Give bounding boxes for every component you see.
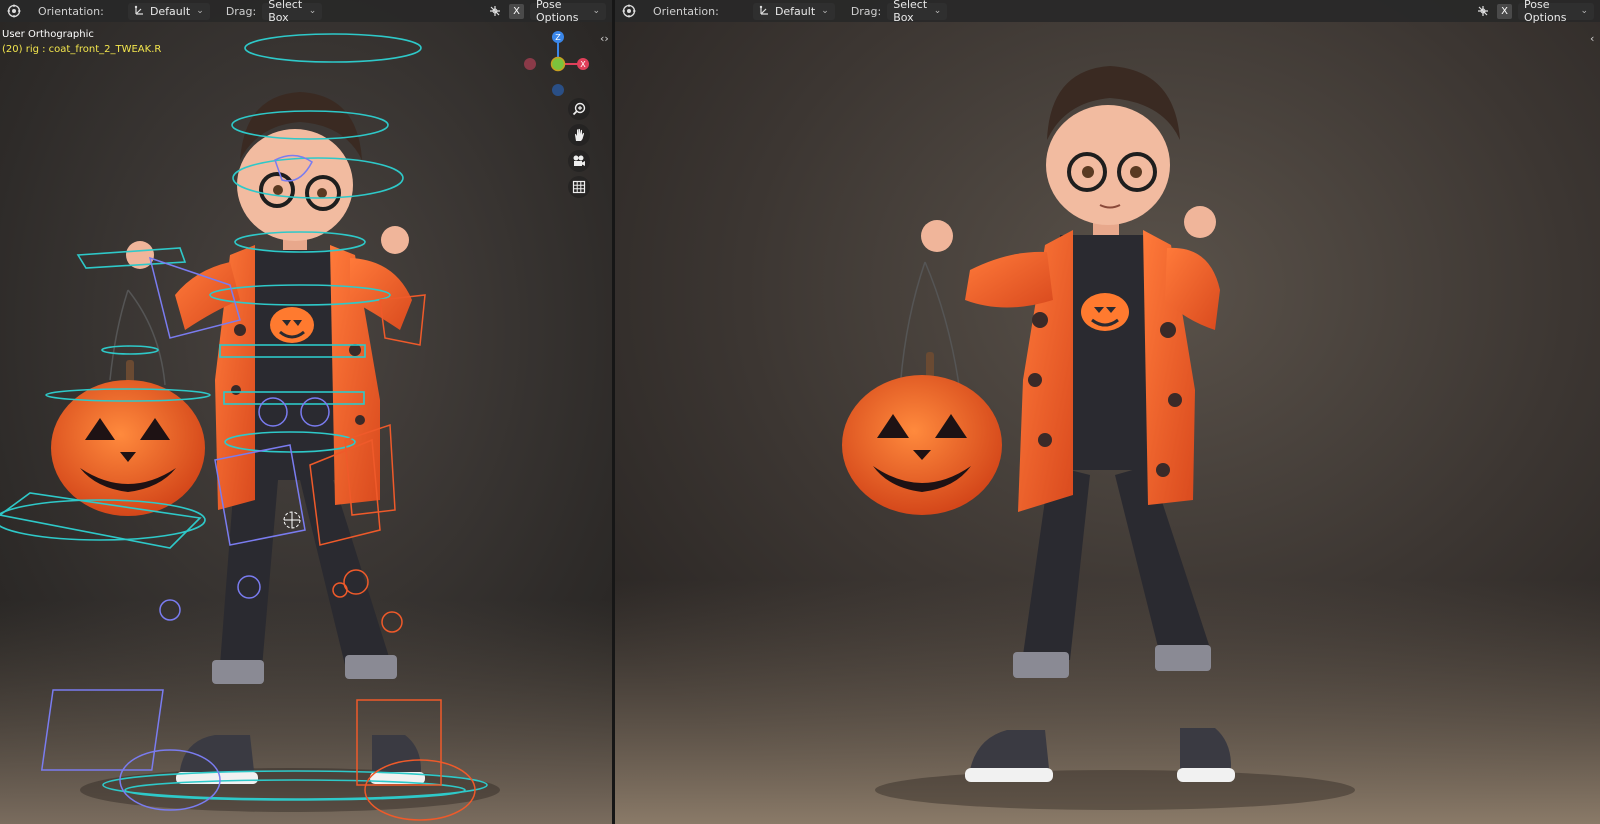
orientation-icon bbox=[759, 4, 771, 19]
transform-affect-icon[interactable] bbox=[487, 3, 503, 19]
chevron-down-icon: ⌄ bbox=[1580, 6, 1588, 16]
pose-options-label: Pose Options bbox=[536, 0, 579, 24]
chevron-down-icon: ⌄ bbox=[933, 6, 942, 16]
left-viewport[interactable]: Orientation: Default ⌄ Drag: Select Box … bbox=[0, 0, 612, 824]
orientation-value: Default bbox=[774, 4, 816, 18]
scene-render-right[interactable] bbox=[615, 0, 1600, 824]
x-mirror-toggle[interactable]: X bbox=[1497, 3, 1512, 19]
viewport-header-left: Orientation: Default ⌄ Drag: Select Box … bbox=[0, 0, 612, 24]
sidebar-toggle-arrows-icon[interactable]: ‹› bbox=[600, 32, 609, 45]
x-axis-label: X bbox=[580, 60, 586, 69]
chevron-down-icon: ⌄ bbox=[821, 6, 829, 16]
sidebar-toggle-arrow-icon[interactable]: ‹ bbox=[1590, 32, 1594, 45]
camera-icon[interactable] bbox=[568, 150, 590, 172]
drag-value: Select Box bbox=[268, 0, 303, 24]
viewport-mode-icon[interactable] bbox=[6, 3, 22, 19]
pose-options-dropdown[interactable]: Pose Options ⌄ bbox=[530, 0, 606, 24]
view-name-label: User Orthographic bbox=[2, 29, 94, 40]
drag-value: Select Box bbox=[893, 0, 928, 24]
right-viewport[interactable]: Orientation: Default ⌄ Drag: Select Box … bbox=[615, 0, 1600, 824]
x-mirror-toggle[interactable]: X bbox=[509, 3, 524, 19]
chevron-down-icon: ⌄ bbox=[592, 6, 600, 16]
drag-label: Drag: bbox=[850, 4, 882, 18]
orientation-label: Orientation: bbox=[653, 4, 719, 18]
navigation-gizmo[interactable]: Z X bbox=[520, 28, 592, 100]
orientation-dropdown[interactable]: Default ⌄ bbox=[127, 2, 210, 20]
zoom-icon[interactable] bbox=[568, 98, 590, 120]
viewport-header-right: Orientation: Default ⌄ Drag: Select Box … bbox=[615, 0, 1600, 24]
z-axis-label: Z bbox=[555, 33, 561, 42]
active-bone-label: (20) rig : coat_front_2_TWEAK.R bbox=[2, 44, 162, 55]
chevron-down-icon: ⌄ bbox=[196, 6, 204, 16]
hand-icon[interactable] bbox=[568, 124, 590, 146]
orientation-label: Orientation: bbox=[38, 4, 104, 18]
orientation-dropdown[interactable]: Default ⌄ bbox=[752, 2, 835, 20]
character-rig-scene bbox=[0, 0, 612, 824]
viewport-mode-icon[interactable] bbox=[621, 3, 637, 19]
orientation-value: Default bbox=[149, 4, 191, 18]
grid-icon[interactable] bbox=[568, 176, 590, 198]
drag-label: Drag: bbox=[225, 4, 257, 18]
scene-render-left[interactable] bbox=[0, 0, 612, 824]
character-render-scene bbox=[615, 0, 1600, 824]
pose-options-dropdown[interactable]: Pose Options ⌄ bbox=[1518, 0, 1594, 24]
orientation-icon bbox=[134, 4, 146, 19]
pose-options-label: Pose Options bbox=[1524, 0, 1567, 24]
drag-dropdown[interactable]: Select Box ⌄ bbox=[887, 0, 948, 24]
transform-affect-icon[interactable] bbox=[1475, 3, 1491, 19]
drag-dropdown[interactable]: Select Box ⌄ bbox=[262, 0, 323, 24]
navigation-tools bbox=[568, 98, 592, 198]
chevron-down-icon: ⌄ bbox=[308, 6, 317, 16]
